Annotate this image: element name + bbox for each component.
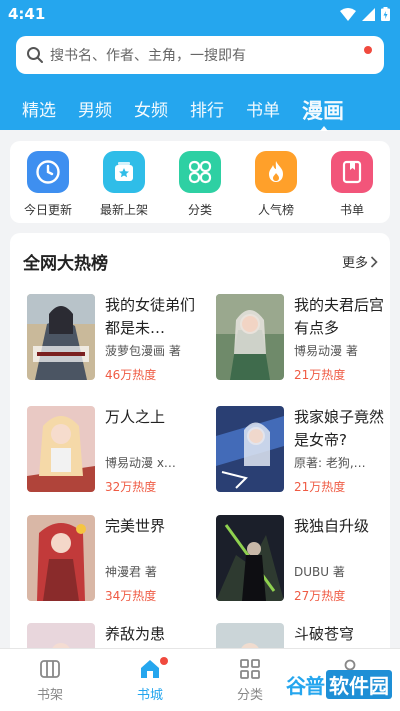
home-icon xyxy=(141,660,159,678)
book-title: 我的夫君后宫有点多 xyxy=(294,296,385,337)
bookshelf-icon xyxy=(40,660,60,678)
wifi-icon xyxy=(340,7,356,21)
battery-icon xyxy=(381,7,390,21)
quick-booklist[interactable]: 书单 xyxy=(319,151,385,218)
quick-popular[interactable]: 人气榜 xyxy=(243,151,309,218)
section-title: 全网大热榜 xyxy=(23,254,108,274)
quick-label: 书单 xyxy=(339,203,364,217)
quick-entry-card: 今日更新 最新上架 分类 人气榜 书单 xyxy=(10,141,390,223)
site-watermark: 谷普 软件园 xyxy=(286,670,392,699)
new-shelf-icon xyxy=(103,151,145,193)
watermark-text-1: 谷普 xyxy=(286,674,325,698)
book-cover xyxy=(216,406,284,492)
active-tab-indicator xyxy=(320,126,328,131)
book-item[interactable]: 完美世界 神漫君 著 34万热度 xyxy=(27,515,202,609)
book-title: 万人之上 xyxy=(105,408,166,426)
book-cover xyxy=(27,515,95,601)
chevron-right-icon xyxy=(370,255,378,268)
book-author: 原著: 老狗,… xyxy=(294,456,366,470)
book-title: 养敌为患 xyxy=(105,625,166,643)
book-title: 我独自升级 xyxy=(294,517,370,535)
quick-label: 分类 xyxy=(187,203,212,217)
book-cover xyxy=(216,515,284,601)
more-label: 更多 xyxy=(341,256,368,271)
book-heat: 32万热度 xyxy=(105,480,157,494)
book-heat: 34万热度 xyxy=(105,589,157,603)
quick-label: 今日更新 xyxy=(23,203,72,217)
nav-bookshelf[interactable]: 书架 xyxy=(0,649,100,711)
book-item[interactable]: 我家娘子竟然是女帝? 原著: 老狗,… 21万热度 xyxy=(216,406,390,500)
search-placeholder: 搜书名、作者、主角，一搜即有 xyxy=(50,48,246,64)
clock-icon xyxy=(27,151,69,193)
search-icon xyxy=(27,47,43,63)
book-cover xyxy=(216,294,284,380)
tab-booklist[interactable]: 书单 xyxy=(246,98,280,124)
quick-label: 最新上架 xyxy=(99,203,148,217)
quick-new-shelf[interactable]: 最新上架 xyxy=(91,151,157,218)
tab-comics[interactable]: 漫画 xyxy=(302,98,344,131)
tab-male[interactable]: 男频 xyxy=(78,98,112,124)
status-time: 4:41 xyxy=(8,5,46,23)
book-item[interactable]: 我独自升级 DUBU 著 27万热度 xyxy=(216,515,390,609)
quick-label: 人气榜 xyxy=(257,203,294,217)
nav-notification-dot xyxy=(160,657,168,665)
book-cover xyxy=(27,294,95,380)
watermark-text-2: 软件园 xyxy=(326,670,392,699)
category-icon xyxy=(179,151,221,193)
book-title: 我的女徒弟们都是未… xyxy=(105,296,196,337)
nav-label: 分类 xyxy=(236,688,263,703)
book-cover xyxy=(27,406,95,492)
book-heat: 21万热度 xyxy=(294,480,346,494)
search-notification-dot xyxy=(364,46,372,54)
status-bar: 4:41 xyxy=(0,0,400,28)
tab-ranking[interactable]: 排行 xyxy=(190,98,224,124)
app-header: 4:41 搜书名、作者、主角，一搜即有 精选 男频 女频 排行 书单 漫画 xyxy=(0,0,400,131)
tab-comics-label: 漫画 xyxy=(302,99,344,123)
nav-label: 书架 xyxy=(36,688,63,703)
book-item[interactable]: 万人之上 博易动漫 x… 32万热度 xyxy=(27,406,202,500)
book-title: 完美世界 xyxy=(105,517,166,535)
status-icons xyxy=(340,7,390,21)
more-link[interactable]: 更多 xyxy=(342,252,378,271)
nav-bookstore[interactable]: 书城 xyxy=(100,649,200,711)
book-heat: 27万热度 xyxy=(294,589,346,603)
search-bar[interactable]: 搜书名、作者、主角，一搜即有 xyxy=(16,36,384,74)
book-heat: 46万热度 xyxy=(105,368,157,382)
book-title: 斗破苍穹 xyxy=(294,625,355,643)
tab-featured[interactable]: 精选 xyxy=(22,98,56,124)
book-author: 博易动漫 著 xyxy=(294,344,358,358)
grid-icon xyxy=(240,659,260,679)
book-title: 我家娘子竟然是女帝? xyxy=(294,408,385,449)
top-tabs: 精选 男频 女频 排行 书单 漫画 xyxy=(0,90,400,131)
book-author: DUBU 著 xyxy=(294,565,345,579)
tab-female[interactable]: 女频 xyxy=(134,98,168,124)
book-author: 博易动漫 x… xyxy=(105,456,176,470)
booklist-icon xyxy=(331,151,373,193)
hot-ranking-card: 全网大热榜 更多 我的女徒弟们都是未… 菠萝包漫画 著 46万热度 我的夫君后宫… xyxy=(10,233,390,653)
book-heat: 21万热度 xyxy=(294,368,346,382)
flame-icon xyxy=(255,151,297,193)
book-item[interactable]: 我的夫君后宫有点多 博易动漫 著 21万热度 xyxy=(216,294,390,388)
signal-icon xyxy=(362,7,375,21)
book-author: 神漫君 著 xyxy=(105,565,157,579)
nav-category[interactable]: 分类 xyxy=(200,649,300,711)
book-author: 菠萝包漫画 著 xyxy=(105,344,181,358)
book-item[interactable]: 我的女徒弟们都是未… 菠萝包漫画 著 46万热度 xyxy=(27,294,202,388)
nav-label: 书城 xyxy=(136,688,163,703)
quick-category[interactable]: 分类 xyxy=(167,151,233,218)
quick-today-update[interactable]: 今日更新 xyxy=(15,151,81,218)
